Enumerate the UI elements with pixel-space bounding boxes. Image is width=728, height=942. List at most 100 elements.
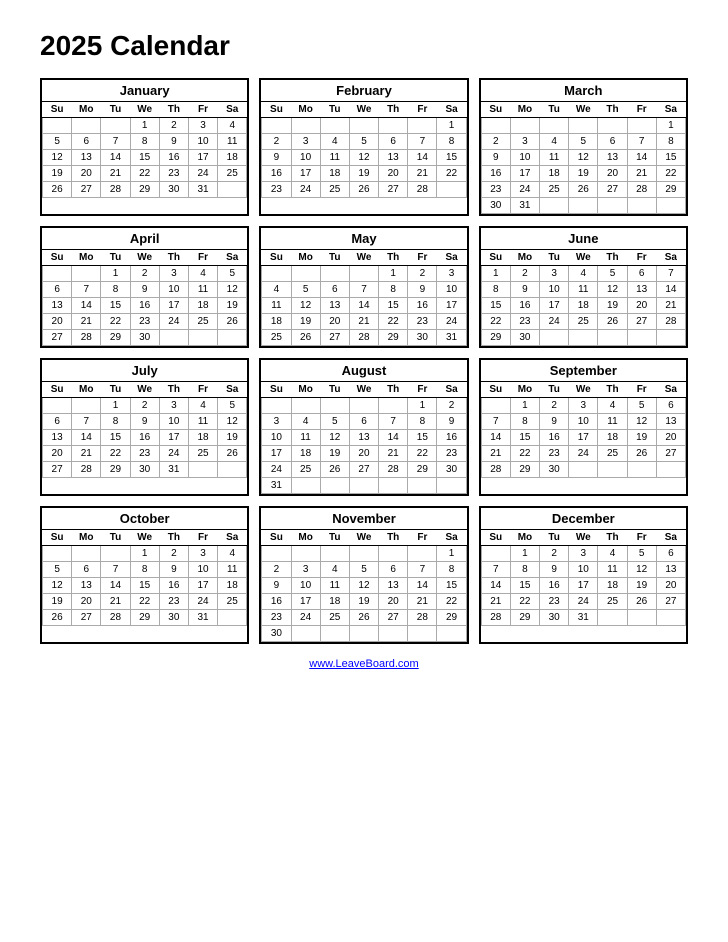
day-cell: 30: [262, 626, 291, 642]
day-cell: 7: [72, 282, 101, 298]
day-cell: [481, 118, 510, 134]
day-cell: 21: [101, 594, 130, 610]
day-header: Sa: [437, 530, 466, 546]
day-cell: [481, 398, 510, 414]
day-header: Mo: [291, 530, 320, 546]
day-header: Fr: [627, 382, 656, 398]
day-cell: [159, 330, 188, 346]
day-header: Fr: [188, 382, 217, 398]
day-cell: [291, 266, 320, 282]
day-cell: 2: [262, 562, 291, 578]
day-cell: [598, 330, 627, 346]
day-cell: 21: [349, 314, 378, 330]
day-header: We: [349, 382, 378, 398]
day-cell: 26: [43, 610, 72, 626]
day-cell: [598, 610, 627, 626]
day-cell: 21: [408, 594, 437, 610]
day-cell: 15: [437, 150, 466, 166]
day-cell: 5: [291, 282, 320, 298]
day-cell: 26: [349, 610, 378, 626]
table-row: 16171819202122: [481, 166, 685, 182]
day-cell: 19: [320, 446, 349, 462]
day-cell: 20: [43, 446, 72, 462]
day-cell: 14: [656, 282, 685, 298]
day-cell: 18: [540, 166, 569, 182]
day-cell: 23: [130, 446, 159, 462]
day-cell: [218, 330, 247, 346]
day-cell: 1: [656, 118, 685, 134]
day-cell: 30: [437, 462, 466, 478]
day-cell: 4: [218, 118, 247, 134]
table-row: 2345678: [262, 562, 466, 578]
day-cell: [379, 118, 408, 134]
day-cell: 22: [510, 594, 539, 610]
day-cell: 28: [379, 462, 408, 478]
table-row: 262728293031: [43, 610, 247, 626]
day-cell: [437, 478, 466, 494]
month-block-may: MaySuMoTuWeThFrSa12345678910111213141516…: [259, 226, 468, 348]
day-cell: [43, 118, 72, 134]
day-header: Fr: [408, 530, 437, 546]
month-title-january: January: [42, 80, 247, 102]
day-cell: 18: [598, 578, 627, 594]
table-row: 20212223242526: [43, 314, 247, 330]
day-cell: 1: [101, 266, 130, 282]
day-header: Fr: [408, 382, 437, 398]
day-header: Su: [43, 250, 72, 266]
day-cell: 20: [72, 166, 101, 182]
day-cell: [72, 546, 101, 562]
day-cell: 1: [101, 398, 130, 414]
day-cell: 22: [101, 446, 130, 462]
day-cell: 28: [101, 182, 130, 198]
day-cell: 3: [291, 562, 320, 578]
day-cell: 28: [481, 610, 510, 626]
day-cell: [540, 198, 569, 214]
day-cell: 10: [262, 430, 291, 446]
day-cell: 8: [656, 134, 685, 150]
day-cell: [291, 626, 320, 642]
day-cell: 31: [262, 478, 291, 494]
day-cell: [218, 462, 247, 478]
day-cell: 22: [656, 166, 685, 182]
day-cell: [291, 398, 320, 414]
day-cell: [262, 266, 291, 282]
table-row: 13141516171819: [43, 430, 247, 446]
day-cell: 24: [188, 594, 217, 610]
footer-link[interactable]: www.LeaveBoard.com: [309, 658, 418, 670]
month-block-september: SeptemberSuMoTuWeThFrSa12345678910111213…: [479, 358, 688, 496]
month-block-june: JuneSuMoTuWeThFrSa1234567891011121314151…: [479, 226, 688, 348]
day-cell: 10: [188, 562, 217, 578]
day-cell: [320, 626, 349, 642]
day-cell: [598, 462, 627, 478]
day-cell: 22: [130, 594, 159, 610]
day-cell: 16: [540, 578, 569, 594]
day-cell: [320, 266, 349, 282]
day-cell: 13: [72, 150, 101, 166]
day-cell: 26: [627, 446, 656, 462]
day-cell: [349, 398, 378, 414]
day-cell: 3: [540, 266, 569, 282]
day-header: Tu: [320, 250, 349, 266]
day-cell: 21: [656, 298, 685, 314]
day-cell: 29: [408, 462, 437, 478]
day-cell: [349, 266, 378, 282]
day-cell: [262, 398, 291, 414]
day-cell: 9: [540, 414, 569, 430]
day-cell: 12: [320, 430, 349, 446]
day-cell: [379, 478, 408, 494]
table-row: 9101112131415: [262, 150, 466, 166]
day-cell: 2: [540, 546, 569, 562]
day-cell: 14: [481, 578, 510, 594]
day-cell: 17: [569, 430, 598, 446]
table-row: 567891011: [43, 562, 247, 578]
day-cell: 20: [598, 166, 627, 182]
table-row: 21222324252627: [481, 594, 685, 610]
day-cell: 5: [627, 546, 656, 562]
day-cell: 10: [437, 282, 466, 298]
day-cell: 8: [101, 282, 130, 298]
table-row: 11121314151617: [262, 298, 466, 314]
day-cell: 5: [627, 398, 656, 414]
month-title-february: February: [261, 80, 466, 102]
day-cell: 14: [408, 150, 437, 166]
day-cell: 21: [481, 446, 510, 462]
